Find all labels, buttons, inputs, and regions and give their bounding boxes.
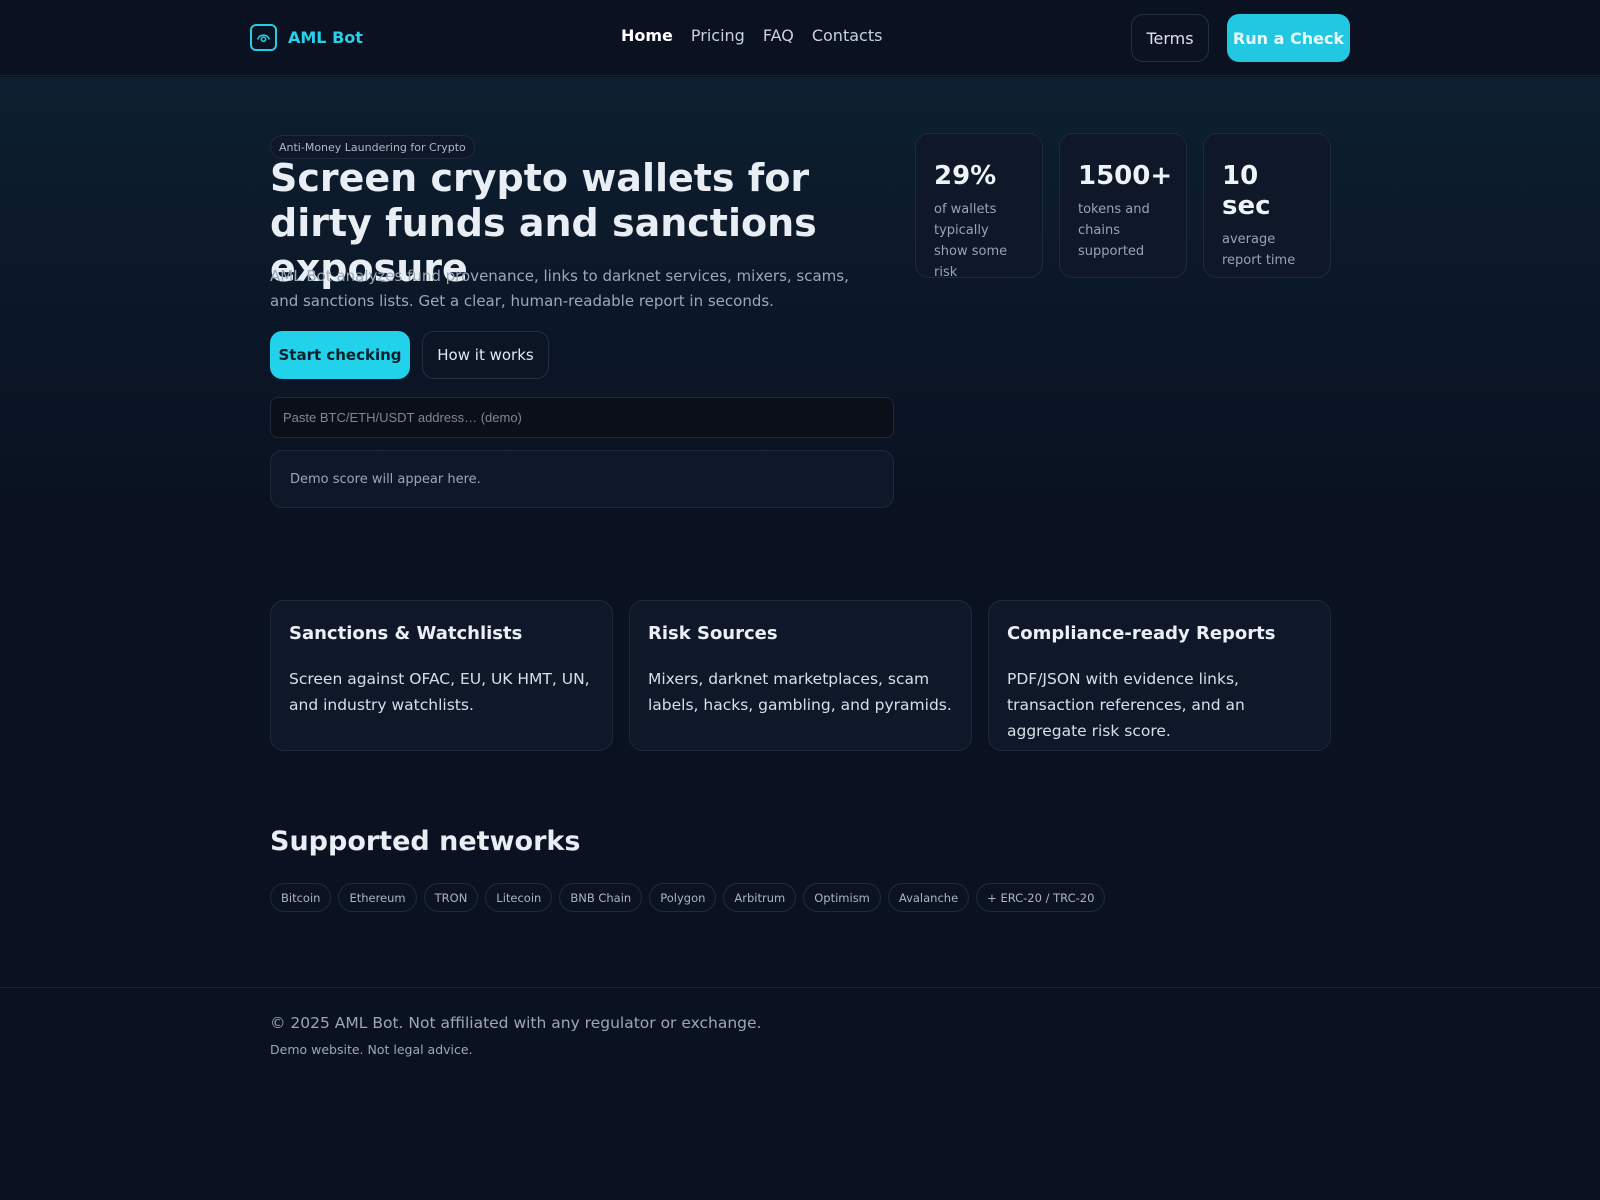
hero-description: AML Bot analyzes fund provenance, links …	[270, 267, 849, 310]
main-nav: Home Pricing FAQ Contacts	[621, 26, 882, 45]
network-chip: + ERC-20 / TRC-20	[976, 883, 1106, 912]
stat-value: 29%	[934, 161, 997, 191]
network-chip-list: Bitcoin Ethereum TRON Litecoin BNB Chain…	[270, 883, 1106, 912]
network-chip: Polygon	[649, 883, 717, 912]
brand-logo-link[interactable]: AML Bot	[250, 24, 363, 51]
feature-text: Mixers, darknet marketplaces, scam label…	[648, 670, 952, 714]
network-chip: TRON	[423, 883, 479, 912]
stat-card-report-time: 10 sec average report time	[1203, 133, 1331, 278]
network-chip: Bitcoin	[270, 883, 332, 912]
nav-link-faq[interactable]: FAQ	[763, 26, 794, 45]
how-it-works-button[interactable]: How it works	[422, 331, 549, 379]
network-chip: Ethereum	[338, 883, 417, 912]
feature-card-risk-sources: Risk Sources Mixers, darknet marketplace…	[629, 600, 972, 751]
feature-card-reports: Compliance-ready Reports PDF/JSON with e…	[988, 600, 1331, 751]
feature-title: Sanctions & Watchlists	[289, 623, 523, 644]
run-check-button[interactable]: Run a Check	[1227, 14, 1350, 62]
stat-label: average report time	[1222, 232, 1296, 268]
feature-text: PDF/JSON with evidence links, transactio…	[1007, 670, 1245, 740]
eye-shield-icon	[250, 24, 277, 51]
network-chip: BNB Chain	[559, 883, 643, 912]
stat-card-tokens: 1500+ tokens and chains supported	[1059, 133, 1187, 278]
feature-title: Compliance-ready Reports	[1007, 623, 1276, 644]
wallet-address-input[interactable]	[270, 397, 894, 438]
stat-label: of wallets typically show some risk	[934, 202, 1008, 280]
demo-score-text: Demo score will appear here.	[290, 471, 481, 487]
stat-label: tokens and chains supported	[1078, 202, 1150, 259]
terms-button[interactable]: Terms	[1131, 14, 1209, 62]
network-chip: Litecoin	[485, 883, 553, 912]
network-chip: Optimism	[803, 883, 881, 912]
feature-title: Risk Sources	[648, 623, 778, 644]
stat-card-risk: 29% of wallets typically show some risk	[915, 133, 1043, 280]
networks-heading: Supported networks	[270, 826, 581, 857]
demo-score-panel: Demo score will appear here.	[270, 450, 894, 508]
footer-copyright: © 2025 AML Bot. Not affiliated with any …	[270, 1014, 762, 1032]
network-chip: Avalanche	[887, 883, 970, 912]
network-chip: Arbitrum	[723, 883, 797, 912]
nav-link-pricing[interactable]: Pricing	[691, 26, 745, 45]
stat-value: 10 sec	[1222, 161, 1271, 221]
start-checking-button[interactable]: Start checking	[270, 331, 410, 379]
feature-card-sanctions: Sanctions & Watchlists Screen against OF…	[270, 600, 613, 751]
footer-note: Demo website. Not legal advice.	[270, 1042, 473, 1057]
nav-link-contacts[interactable]: Contacts	[812, 26, 883, 45]
top-navigation-bar: AML Bot Home Pricing FAQ Contacts Terms …	[0, 0, 1600, 76]
brand-name: AML Bot	[288, 28, 363, 47]
nav-link-home[interactable]: Home	[621, 26, 673, 45]
feature-text: Screen against OFAC, EU, UK HMT, UN, and…	[289, 670, 590, 714]
footer-divider	[0, 987, 1600, 988]
page: AML Bot Home Pricing FAQ Contacts Terms …	[0, 0, 1600, 1200]
stat-value: 1500+	[1078, 161, 1173, 191]
